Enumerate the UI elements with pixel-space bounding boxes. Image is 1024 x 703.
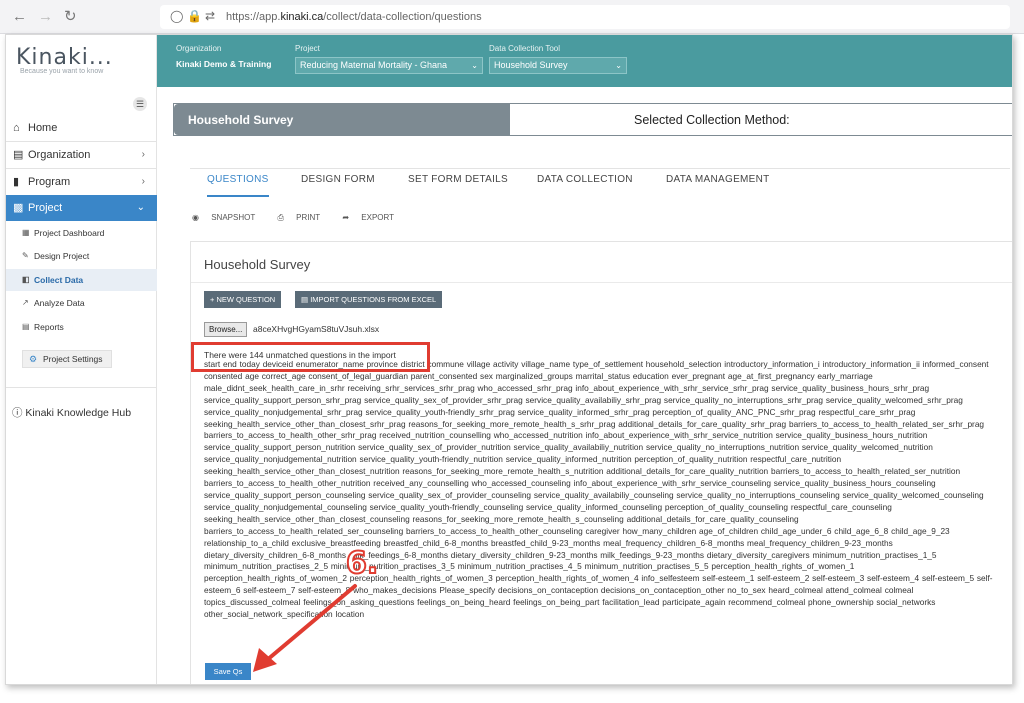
toolbar: ◉ SNAPSHOT ⎙ PRINT ➦ EXPORT — [192, 213, 414, 223]
sidebar-subitem-label: Collect Data — [34, 275, 84, 285]
tool-select-value: Household Survey — [494, 60, 568, 70]
survey-header-bar: Household Survey Selected Collection Met… — [173, 103, 1012, 136]
sidebar-subitem-label: Analyze Data — [34, 298, 85, 308]
forward-icon[interactable]: → — [38, 9, 53, 25]
organization-icon: ▤ — [13, 149, 24, 161]
organization-value: Kinaki Demo & Training — [176, 59, 272, 69]
project-settings-button[interactable]: ⚙ Project Settings — [22, 350, 112, 368]
collection-method-label: Selected Collection Method: — [634, 113, 790, 127]
browser-toolbar: ← → ↻ ◯ 🔒 ⇄ https://app.kinaki.ca/collec… — [0, 0, 1024, 34]
sidebar-subitem-project-dashboard[interactable]: ▦ Project Dashboard — [6, 222, 157, 244]
logo[interactable]: Kinaki... — [16, 45, 113, 70]
panel-title: Household Survey — [204, 257, 311, 272]
report-icon: ▤ — [22, 322, 30, 331]
printer-icon: ⎙ — [277, 213, 284, 222]
tab-bar: QUESTIONS DESIGN FORM SET FORM DETAILS D… — [190, 139, 1010, 197]
share-icon: ➦ — [342, 213, 350, 222]
pencil-icon: ✎ — [22, 251, 29, 260]
new-question-button[interactable]: + NEW QUESTION — [204, 291, 282, 308]
chevron-right-icon: › — [141, 149, 145, 160]
print-label: PRINT — [296, 213, 321, 222]
organization-label: Organization — [176, 44, 222, 53]
sidebar: Kinaki... Because you want to know ☰ ⌂ H… — [6, 35, 157, 684]
program-icon: ▮ — [13, 176, 20, 188]
back-icon[interactable]: ← — [12, 9, 27, 25]
camera-icon: ◉ — [192, 213, 199, 222]
sidebar-subitem-reports[interactable]: ▤ Reports — [6, 316, 157, 338]
chart-icon: ↗ — [22, 298, 29, 307]
chevron-right-icon: › — [141, 176, 145, 187]
sidebar-item-label: Organization — [28, 149, 91, 161]
file-icon: ▤ — [301, 295, 309, 304]
sidebar-subitem-label: Design Project — [34, 251, 90, 261]
sidebar-subitem-label: Reports — [34, 322, 64, 332]
gear-icon: ⚙ — [29, 354, 38, 364]
url-text: https://app.kinaki.ca/collect/data-colle… — [226, 11, 482, 23]
dashboard-icon: ▦ — [22, 228, 30, 237]
project-settings-label: Project Settings — [43, 354, 103, 364]
project-select[interactable]: Reducing Maternal Mortality - Ghana ⌄ — [295, 57, 483, 74]
menu-collapse-icon[interactable]: ☰ — [133, 97, 147, 111]
shield-icon: ◯ — [170, 9, 184, 23]
tab-set-form-details[interactable]: SET FORM DETAILS — [408, 174, 508, 195]
knowledge-hub-label: Kinaki Knowledge Hub — [25, 407, 132, 419]
project-select-value: Reducing Maternal Mortality - Ghana — [300, 60, 448, 70]
data-collection-tool-select[interactable]: Household Survey ⌄ — [489, 57, 627, 74]
address-bar[interactable]: ◯ 🔒 ⇄ https://app.kinaki.ca/collect/data… — [160, 5, 1010, 29]
project-label: Project — [295, 44, 320, 53]
chevron-down-icon: ⌄ — [471, 61, 478, 70]
annotation-step-label: 6. — [345, 545, 379, 582]
sidebar-item-label: Program — [28, 176, 71, 188]
tab-design-form[interactable]: DESIGN FORM — [301, 174, 375, 195]
permissions-icon[interactable]: ⇄ — [205, 9, 215, 23]
sidebar-item-home[interactable]: ⌂ Home — [6, 115, 157, 141]
sidebar-subitem-analyze-data[interactable]: ↗ Analyze Data — [6, 292, 157, 314]
collect-icon: ◧ — [22, 275, 30, 284]
browse-button[interactable]: Browse... — [204, 322, 248, 337]
sidebar-subitem-collect-data[interactable]: ◧ Collect Data — [6, 269, 157, 291]
tab-data-management[interactable]: DATA MANAGEMENT — [666, 174, 770, 195]
import-questions-button[interactable]: ▤ IMPORT QUESTIONS FROM EXCEL — [295, 291, 443, 308]
tab-data-collection[interactable]: DATA COLLECTION — [537, 174, 633, 195]
data-collection-tool-label: Data Collection Tool — [489, 44, 561, 53]
sidebar-item-label: Home — [28, 122, 58, 134]
project-icon: ▩ — [13, 202, 24, 214]
knowledge-hub-link[interactable]: ⓘ Kinaki Knowledge Hub — [12, 405, 131, 420]
export-button[interactable]: ➦ EXPORT — [342, 213, 404, 222]
app-window: Kinaki... Because you want to know ☰ ⌂ H… — [5, 34, 1013, 685]
sidebar-item-project[interactable]: ▩ Project ⌄ — [6, 195, 157, 221]
context-header: Organization Kinaki Demo & Training Proj… — [157, 35, 1012, 87]
print-button[interactable]: ⎙ PRINT — [277, 213, 330, 222]
help-circle-icon: ⓘ — [12, 407, 23, 419]
annotation-arrow — [253, 584, 357, 672]
snapshot-label: SNAPSHOT — [211, 213, 256, 222]
selected-file-name: a8ceXHvgHGyamS8tuVJsuh.xlsx — [253, 324, 380, 334]
sidebar-item-label: Project — [28, 202, 63, 214]
lock-icon: 🔒 — [187, 9, 202, 23]
logo-tagline: Because you want to know — [20, 68, 104, 75]
home-icon: ⌂ — [13, 122, 20, 134]
sidebar-item-program[interactable]: ▮ Program › — [6, 169, 157, 195]
chevron-down-icon: ⌄ — [136, 202, 145, 213]
export-label: EXPORT — [361, 213, 395, 222]
sidebar-subitem-label: Project Dashboard — [34, 228, 105, 238]
import-label: IMPORT QUESTIONS FROM EXCEL — [310, 295, 437, 304]
reload-icon[interactable]: ↻ — [64, 9, 77, 25]
survey-title: Household Survey — [174, 104, 510, 135]
sidebar-item-organization[interactable]: ▤ Organization › — [6, 142, 157, 168]
annotation-highlight-box — [191, 342, 430, 372]
sidebar-subitem-design-project[interactable]: ✎ Design Project — [6, 245, 157, 267]
tab-questions[interactable]: QUESTIONS — [207, 174, 269, 197]
snapshot-button[interactable]: ◉ SNAPSHOT — [192, 213, 265, 222]
chevron-down-icon: ⌄ — [615, 61, 622, 70]
